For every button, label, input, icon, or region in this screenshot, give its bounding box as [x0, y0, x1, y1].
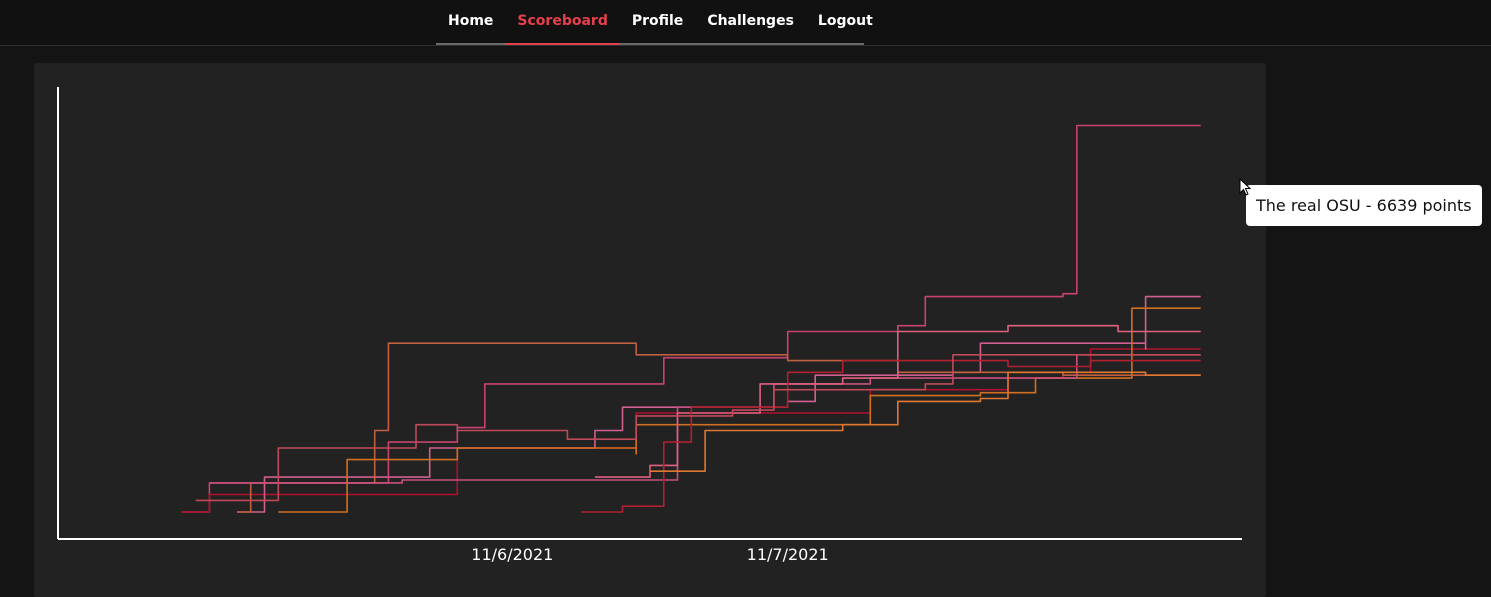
score-line-4[interactable]: [237, 342, 1201, 513]
x-tick-label: 11/6/2021: [471, 545, 553, 564]
nav-home-link[interactable]: Home: [436, 0, 505, 43]
x-tick-label: 11/7/2021: [747, 545, 829, 564]
top-navigation-bar: Home Scoreboard Profile Challenges Logou…: [0, 0, 1491, 46]
series-layer: [181, 124, 1201, 513]
nav-menu: Home Scoreboard Profile Challenges Logou…: [436, 0, 873, 45]
nav-logout-link[interactable]: Logout: [806, 0, 885, 43]
scoreboard-chart-panel: 11/6/2021 11/7/2021: [34, 63, 1266, 597]
score-progress-chart[interactable]: 11/6/2021 11/7/2021: [34, 63, 1266, 597]
nav-profile-link[interactable]: Profile: [620, 0, 695, 43]
score-line-3[interactable]: [237, 295, 1201, 513]
nav-scoreboard-link[interactable]: Scoreboard: [505, 0, 620, 45]
nav-challenges-link[interactable]: Challenges: [695, 0, 806, 43]
score-line-1[interactable]: [181, 124, 1201, 513]
x-tick-layer: 11/6/2021 11/7/2021: [471, 545, 828, 564]
chart-tooltip: The real OSU - 6639 points: [1246, 185, 1482, 226]
mouse-pointer-icon: [1239, 178, 1252, 196]
score-line-8[interactable]: [581, 359, 1201, 513]
